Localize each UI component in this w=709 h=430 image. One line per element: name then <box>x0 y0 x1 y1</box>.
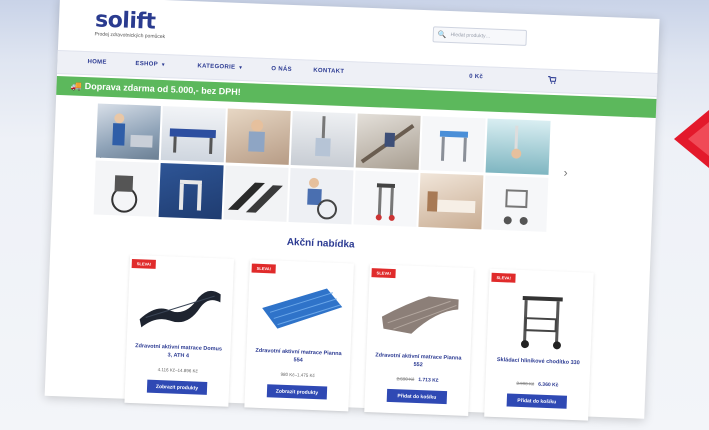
gallery-image[interactable] <box>95 103 161 160</box>
website-page: solift Prodej zdravotnických pomůcek 🔍 H… <box>44 0 660 421</box>
product-image[interactable] <box>495 287 585 352</box>
view-products-button[interactable]: Zobrazit produkty <box>146 379 208 395</box>
product-name[interactable]: Skládací hliníkové chodítko 330 <box>492 357 584 368</box>
stage: solift Prodej zdravotnických pomůcek 🔍 H… <box>0 0 709 430</box>
product-image[interactable] <box>255 278 345 343</box>
banner-label: Doprava zdarma od 5.000,- bez DPH! <box>84 81 241 98</box>
price-new: 6.360 Kč <box>538 381 559 389</box>
gallery-image[interactable] <box>485 118 551 175</box>
price-range: 980 Kč–1.475 Kč <box>280 371 315 379</box>
gallery-image[interactable] <box>93 160 159 217</box>
category-gallery <box>93 103 554 233</box>
chevron-down-icon: ▾ <box>239 64 243 72</box>
search-icon: 🔍 <box>437 31 447 39</box>
product-price: 8.990 Kč 6.360 Kč <box>485 380 589 390</box>
gallery-image[interactable] <box>355 113 421 170</box>
logo-text: solift <box>94 7 156 35</box>
nav-item-kategorie[interactable]: KATEGORIE ▾ <box>197 63 242 71</box>
product-image[interactable] <box>135 273 225 338</box>
product-name[interactable]: Zdravotní aktivní matrace Pianna 554 <box>252 348 345 367</box>
sale-badge: SLEVA! <box>131 258 157 269</box>
gallery-image[interactable] <box>288 167 354 225</box>
chevron-down-icon: ▾ <box>161 61 165 69</box>
product-price: 4.116 Kč–14.896 Kč <box>126 366 230 375</box>
sale-badge: SLEVA! <box>371 268 397 279</box>
site-logo[interactable]: solift <box>95 7 156 34</box>
gallery-image[interactable] <box>225 108 291 165</box>
product-price: 980 Kč–1.475 Kč <box>246 370 350 379</box>
truck-icon: 🚚 <box>70 80 82 91</box>
cart-amount[interactable]: 0 Kč <box>469 74 483 81</box>
price-new: 1.713 Kč <box>418 377 439 384</box>
price-range: 4.116 Kč–14.896 Kč <box>157 367 198 374</box>
product-card[interactable]: SLEVA! Skládací hliníkové chodítko 330 8… <box>484 268 594 421</box>
sale-badge: SLEVA! <box>491 272 517 283</box>
add-to-cart-button[interactable]: Přidat do košíku <box>386 388 448 405</box>
gallery-image[interactable] <box>290 111 356 168</box>
product-image[interactable] <box>375 282 465 347</box>
product-name[interactable]: Zdravotní aktivní matrace Pianna 552 <box>372 352 465 371</box>
gallery-image[interactable] <box>223 165 289 222</box>
gallery-image[interactable] <box>483 175 549 232</box>
product-name[interactable]: Zdravotní aktivní matrace Domus 3, ATH 4 <box>132 343 225 362</box>
price-old: 2.590 Kč <box>396 376 415 382</box>
gallery-image[interactable] <box>418 172 484 230</box>
search-input[interactable]: 🔍 Hledat produkty… <box>432 26 528 46</box>
gallery-image[interactable] <box>158 162 224 220</box>
product-card[interactable]: SLEVA! Zdravotní aktivní matrace Pianna … <box>364 264 474 416</box>
nav-item-o-nas[interactable]: O NÁS <box>271 66 292 73</box>
sale-badge: SLEVA! <box>251 263 277 274</box>
view-products-button[interactable]: Zobrazit produkty <box>266 384 328 400</box>
nav-label: ESHOP <box>135 60 159 68</box>
banner-text: 🚚 Doprava zdarma od 5.000,- bez DPH! <box>70 80 241 98</box>
search-placeholder: Hledat produkty… <box>450 32 491 40</box>
price-old: 8.990 Kč <box>516 380 535 387</box>
nav-item-home[interactable]: HOME <box>87 59 106 66</box>
nav-label: KONTAKT <box>313 67 345 75</box>
product-card[interactable]: SLEVA! Zdravotní aktivní matrace Domus 3… <box>124 254 235 407</box>
nav-item-eshop[interactable]: ESHOP ▾ <box>135 61 165 68</box>
nav-item-kontakt[interactable]: KONTAKT <box>313 68 344 75</box>
gallery-image[interactable] <box>420 116 486 173</box>
cart-icon[interactable] <box>547 75 557 86</box>
nav-label: HOME <box>87 59 107 66</box>
chevron-right-icon[interactable]: › <box>563 165 568 179</box>
gallery-image[interactable] <box>160 106 226 163</box>
product-price: 2.590 Kč 1.713 Kč <box>365 375 469 385</box>
add-to-cart-button[interactable]: Přidat do košíku <box>506 393 568 409</box>
nav-label: O NÁS <box>271 66 292 73</box>
product-card[interactable]: SLEVA! Zdravotní aktivní matrace Pianna … <box>244 259 354 412</box>
gallery-image[interactable] <box>353 170 419 227</box>
nav-label: KATEGORIE <box>197 63 236 71</box>
red-arrow-graphic <box>674 110 709 168</box>
